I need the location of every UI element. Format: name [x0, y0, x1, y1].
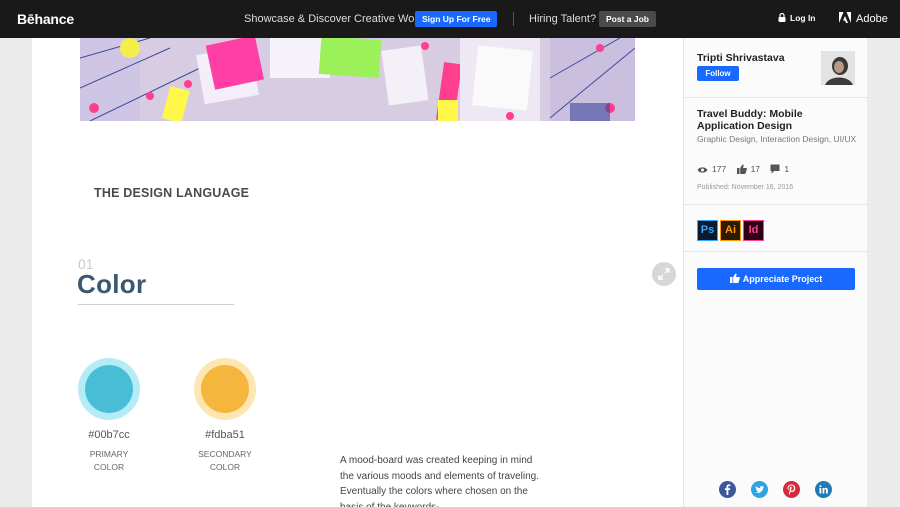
primary-color-hex: #00b7cc	[88, 429, 130, 441]
primary-color-label: PRIMARY COLOR	[89, 449, 129, 472]
tools-used: Ps Ai Id	[697, 220, 766, 241]
comment-icon	[770, 164, 780, 174]
log-in-link[interactable]: Log In	[778, 13, 816, 23]
top-nav-bar: Bēhance Showcase & Discover Creative Wor…	[0, 0, 900, 38]
project-canvas: THE DESIGN LANGUAGE 01 Color #00b7cc #fd…	[32, 38, 683, 507]
expand-button[interactable]	[652, 262, 676, 286]
pinterest-icon[interactable]	[783, 481, 800, 498]
moodboard-description: A mood-board was created keeping in mind…	[340, 455, 539, 507]
post-job-button[interactable]: Post a Job	[599, 11, 656, 27]
section-divider	[78, 304, 234, 305]
adobe-icon	[839, 12, 851, 23]
illustrator-icon[interactable]: Ai	[720, 220, 741, 241]
behance-logo[interactable]: Bēhance	[17, 11, 74, 27]
adobe-link[interactable]: Adobe	[839, 12, 888, 25]
indesign-icon[interactable]: Id	[743, 220, 764, 241]
avatar[interactable]	[821, 51, 855, 85]
facebook-icon[interactable]	[719, 481, 736, 498]
nav-divider	[513, 12, 514, 26]
eye-icon	[697, 167, 708, 173]
thumbs-up-icon	[736, 164, 747, 174]
lock-icon	[778, 13, 786, 22]
log-in-label: Log In	[790, 13, 816, 23]
project-title: Travel Buddy: Mobile Application Design	[697, 108, 803, 132]
expand-icon	[658, 268, 670, 280]
owner-name[interactable]: Tripti Shrivastava	[697, 52, 785, 64]
moodboard-image	[80, 38, 635, 121]
showcase-link[interactable]: Showcase & Discover Creative Work	[244, 13, 424, 25]
follow-button[interactable]: Follow	[697, 66, 739, 81]
section-heading: THE DESIGN LANGUAGE	[94, 186, 250, 200]
appreciations-count: 17	[750, 164, 761, 174]
comments-count: 1	[784, 164, 790, 174]
sign-up-button[interactable]: Sign Up For Free	[415, 11, 498, 27]
twitter-icon[interactable]	[751, 481, 768, 498]
adobe-label: Adobe	[856, 13, 888, 25]
appreciate-label: Appreciate Project	[742, 274, 823, 284]
secondary-color-swatch	[194, 358, 256, 420]
primary-color-swatch	[78, 358, 140, 420]
project-stats: 177 17 1	[697, 164, 797, 174]
project-fields[interactable]: Graphic Design, Interaction Design, UI/U…	[697, 134, 857, 146]
hiring-talent-link[interactable]: Hiring Talent?	[529, 13, 596, 25]
thumbs-up-icon	[729, 273, 740, 283]
secondary-color-label: SECONDARY COLOR	[198, 449, 252, 472]
secondary-color-hex: #fdba51	[205, 429, 245, 441]
published-date: Published: November 16, 2016	[697, 184, 794, 191]
appreciate-project-button[interactable]: Appreciate Project	[697, 268, 855, 290]
photoshop-icon[interactable]: Ps	[697, 220, 718, 241]
project-sidebar: Tripti Shrivastava Follow Travel Buddy: …	[683, 38, 868, 507]
views-count: 177	[712, 164, 727, 174]
linkedin-icon[interactable]	[815, 481, 832, 498]
section-title: Color	[77, 269, 147, 299]
